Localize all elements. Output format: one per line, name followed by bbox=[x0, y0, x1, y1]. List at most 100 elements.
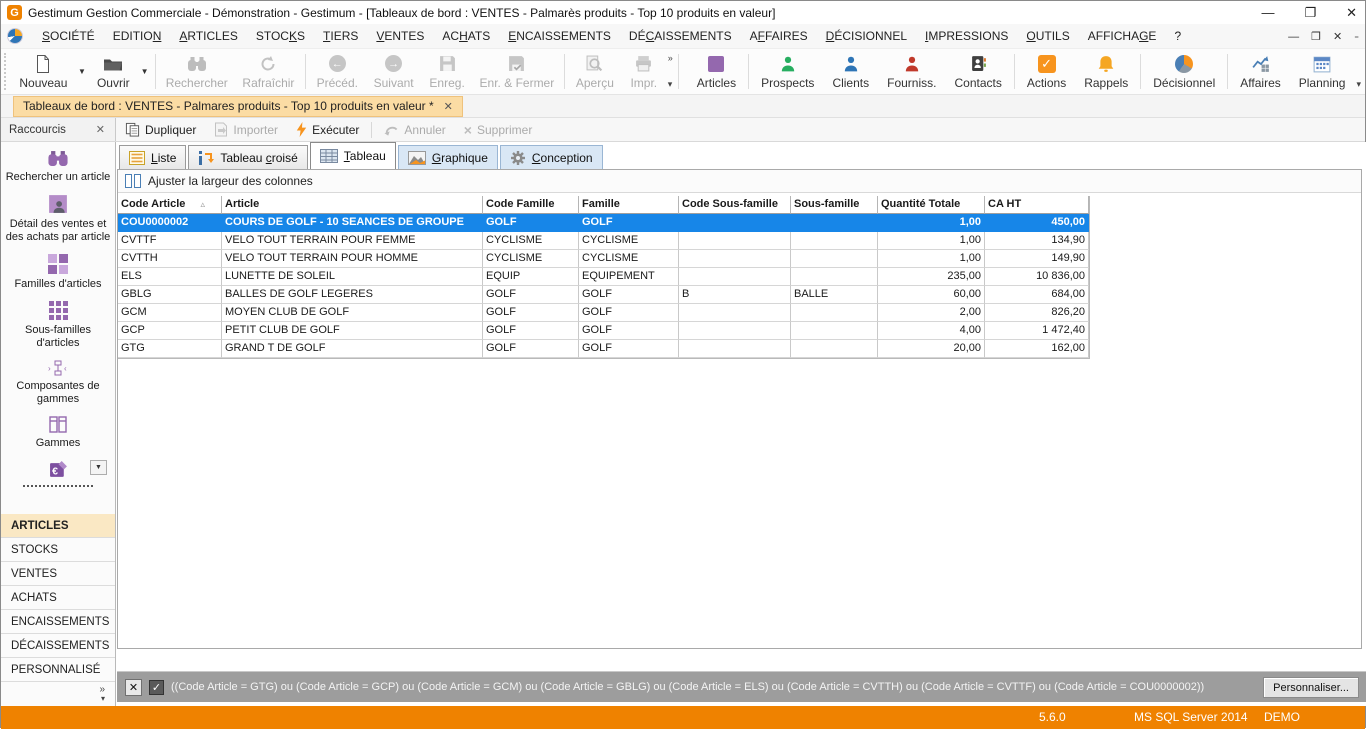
adjust-columns-button[interactable]: Ajuster la largeur des colonnes bbox=[118, 170, 1361, 193]
menu-item[interactable]: ENCAISSEMENTS bbox=[499, 25, 620, 47]
print-button[interactable]: Impr. bbox=[622, 49, 666, 94]
menu-item[interactable]: EDITION bbox=[104, 25, 171, 47]
sidebar-category[interactable]: STOCKS bbox=[1, 538, 115, 562]
column-header-article[interactable]: Article bbox=[222, 196, 483, 214]
prospects-button[interactable]: Prospects bbox=[752, 49, 823, 94]
filter-checkbox[interactable]: ✓ bbox=[149, 680, 164, 695]
column-header-sous-famille[interactable]: Sous-famille bbox=[791, 196, 878, 214]
preview-button[interactable]: Aperçu bbox=[568, 49, 622, 94]
menu-item[interactable]: OUTILS bbox=[1017, 25, 1078, 47]
menu-item[interactable]: AFFAIRES bbox=[741, 25, 817, 47]
reminders-button[interactable]: Rappels bbox=[1075, 49, 1137, 94]
menu-item[interactable]: AFFICHAGE bbox=[1079, 25, 1166, 47]
next-button[interactable]: → Suivant bbox=[366, 49, 422, 94]
menu-item[interactable]: TIERS bbox=[314, 25, 367, 47]
undo-button[interactable]: Annuler bbox=[375, 118, 454, 141]
mdi-extra-icon[interactable]: ₌ bbox=[1354, 31, 1359, 42]
column-header-code-sous-famille[interactable]: Code Sous-famille bbox=[679, 196, 791, 214]
column-header-code-famille[interactable]: Code Famille bbox=[483, 196, 579, 214]
deals-button[interactable]: Affaires bbox=[1231, 49, 1289, 94]
shortcut-gammes[interactable]: Gammes bbox=[1, 416, 115, 450]
table-row[interactable]: GBLG BALLES DE GOLF LEGERES GOLF GOLF B … bbox=[118, 286, 1089, 304]
table-cell-ca-ht: 450,00 bbox=[985, 214, 1089, 232]
tab-liste[interactable]: Liste bbox=[119, 145, 186, 169]
tab-conception[interactable]: Conception bbox=[500, 145, 603, 169]
new-button[interactable]: Nouveau bbox=[12, 49, 75, 94]
menu-item[interactable]: ARTICLES bbox=[170, 25, 246, 47]
table-row[interactable]: GTG GRAND T DE GOLF GOLF GOLF 20,00 162,… bbox=[118, 340, 1089, 358]
contacts-button[interactable]: Contacts bbox=[945, 49, 1010, 94]
actions-button[interactable]: ✓ Actions bbox=[1018, 49, 1075, 94]
search-button[interactable]: Rechercher bbox=[159, 49, 235, 94]
duplicate-button[interactable]: Dupliquer bbox=[116, 118, 205, 141]
save-button[interactable]: Enreg. bbox=[421, 49, 472, 94]
toolbar-right-overflow[interactable]: ▾ bbox=[1354, 49, 1365, 94]
delete-button[interactable]: × Supprimer bbox=[455, 118, 542, 141]
close-button[interactable]: ✕ bbox=[1346, 6, 1357, 19]
column-header-famille[interactable]: Famille bbox=[579, 196, 679, 214]
tab-tableau[interactable]: Tableau bbox=[310, 142, 396, 169]
decisional-button[interactable]: Décisionnel bbox=[1144, 49, 1224, 94]
suppliers-button[interactable]: Fourniss. bbox=[878, 49, 945, 94]
table-row[interactable]: ELS LUNETTE DE SOLEIL EQUIP EQUIPEMENT 2… bbox=[118, 268, 1089, 286]
mdi-close-button[interactable]: ✕ bbox=[1333, 30, 1342, 43]
open-button[interactable]: Ouvrir bbox=[89, 49, 138, 94]
column-header-quantite-totale[interactable]: Quantité Totale bbox=[878, 196, 985, 214]
table-cell-sous-famille bbox=[791, 214, 878, 232]
column-header-ca-ht[interactable]: CA HT bbox=[985, 196, 1089, 214]
document-tab[interactable]: Tableaux de bord : VENTES - Palmares pro… bbox=[13, 96, 463, 117]
shortcut-detail-ventes-achats[interactable]: Détail des ventes et des achats par arti… bbox=[1, 194, 115, 244]
planning-button[interactable]: Planning bbox=[1290, 49, 1355, 94]
mdi-minimize-button[interactable]: — bbox=[1288, 31, 1299, 43]
menu-item[interactable]: SOCIÉTÉ bbox=[33, 25, 104, 47]
execute-button[interactable]: Exécuter bbox=[287, 118, 368, 141]
new-dropdown-arrow[interactable]: ▼ bbox=[75, 67, 89, 76]
table-row[interactable]: COU0000002 COURS DE GOLF - 10 SEANCES DE… bbox=[118, 214, 1089, 232]
minimize-button[interactable]: — bbox=[1261, 6, 1274, 19]
menu-item[interactable]: DÉCAISSEMENTS bbox=[620, 25, 741, 47]
customize-button[interactable]: Personnaliser... bbox=[1263, 677, 1359, 698]
menu-item[interactable]: ACHATS bbox=[433, 25, 499, 47]
tab-graphique[interactable]: Graphique bbox=[398, 145, 498, 169]
shortcut-familles-articles[interactable]: Familles d'articles bbox=[1, 254, 115, 291]
sidebar-category[interactable]: ARTICLES bbox=[1, 514, 115, 538]
table-row[interactable]: CVTTH VELO TOUT TERRAIN POUR HOMME CYCLI… bbox=[118, 250, 1089, 268]
previous-button[interactable]: ← Précéd. bbox=[309, 49, 366, 94]
filter-close-button[interactable]: ✕ bbox=[125, 679, 142, 696]
menu-item[interactable]: DÉCISIONNEL bbox=[817, 25, 916, 47]
import-button[interactable]: Importer bbox=[205, 118, 287, 141]
sidebar-collapse-control[interactable]: » ▾ bbox=[1, 682, 115, 706]
table-row[interactable]: GCM MOYEN CLUB DE GOLF GOLF GOLF 2,00 82… bbox=[118, 304, 1089, 322]
sidebar-category[interactable]: ENCAISSEMENTS bbox=[1, 610, 115, 634]
menu-item[interactable]: IMPRESSIONS bbox=[916, 25, 1017, 47]
app-pie-icon[interactable] bbox=[7, 28, 23, 44]
save-close-button[interactable]: Enr. & Fermer bbox=[473, 49, 561, 94]
shortcut-sous-familles-articles[interactable]: Sous-familles d'articles bbox=[1, 301, 115, 350]
clients-button[interactable]: Clients bbox=[823, 49, 878, 94]
tab-tableau-croise[interactable]: Tableau croisé bbox=[188, 145, 307, 169]
sidebar-category[interactable]: VENTES bbox=[1, 562, 115, 586]
sidebar-category[interactable]: PERSONNALISÉ bbox=[1, 658, 115, 682]
table-row[interactable]: GCP PETIT CLUB DE GOLF GOLF GOLF 4,00 1 … bbox=[118, 322, 1089, 340]
refresh-button[interactable]: Rafraîchir bbox=[235, 49, 302, 94]
sidebar-category[interactable]: ACHATS bbox=[1, 586, 115, 610]
menu-item[interactable]: ? bbox=[1165, 25, 1190, 47]
mdi-restore-button[interactable]: ❐ bbox=[1311, 30, 1321, 43]
toolbar-overflow[interactable]: » ▾ bbox=[666, 49, 675, 94]
demo-mode-label: DEMO bbox=[1264, 710, 1300, 724]
table-row[interactable]: CVTTF VELO TOUT TERRAIN POUR FEMME CYCLI… bbox=[118, 232, 1089, 250]
shortcut-search-article[interactable]: Rechercher un article bbox=[1, 150, 115, 184]
column-header-code-article[interactable]: Code Article▵ bbox=[118, 196, 222, 214]
shortcut-dropdown-button[interactable]: ▼ bbox=[90, 460, 107, 475]
table-cell-famille: EQUIPEMENT bbox=[579, 268, 679, 286]
shortcuts-panel-close-icon[interactable]: ✕ bbox=[96, 123, 105, 136]
articles-button[interactable]: Articles bbox=[688, 49, 745, 94]
shortcut-composantes-gammes[interactable]: ›‹ Composantes de gammes bbox=[1, 360, 115, 406]
open-dropdown-arrow[interactable]: ▼ bbox=[138, 67, 152, 76]
menu-item[interactable]: STOCKS bbox=[247, 25, 314, 47]
sidebar-category[interactable]: DÉCAISSEMENTS bbox=[1, 634, 115, 658]
menu-item[interactable]: VENTES bbox=[367, 25, 433, 47]
shortcut-tarifs[interactable]: € ▼ bbox=[1, 460, 115, 487]
restore-button[interactable]: ❐ bbox=[1304, 6, 1316, 19]
document-tab-close-icon[interactable]: ✕ bbox=[444, 100, 453, 113]
